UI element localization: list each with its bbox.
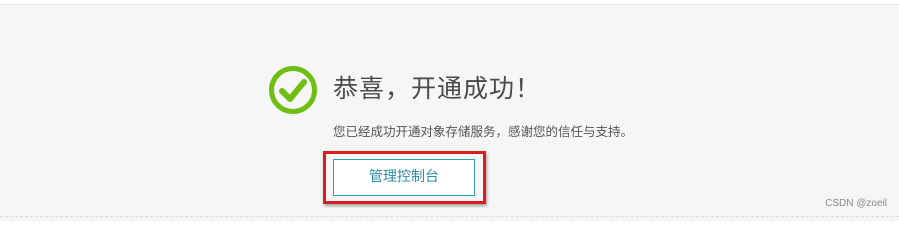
divider (0, 216, 899, 217)
check-circle-icon (268, 65, 318, 115)
success-message: 您已经成功开通对象存储服务，感谢您的信任与支持。 (333, 124, 634, 139)
management-console-button[interactable]: 管理控制台 (333, 159, 475, 196)
page-title: 恭喜，开通成功！ (333, 74, 542, 103)
watermark: CSDN @zoeil (825, 198, 887, 209)
